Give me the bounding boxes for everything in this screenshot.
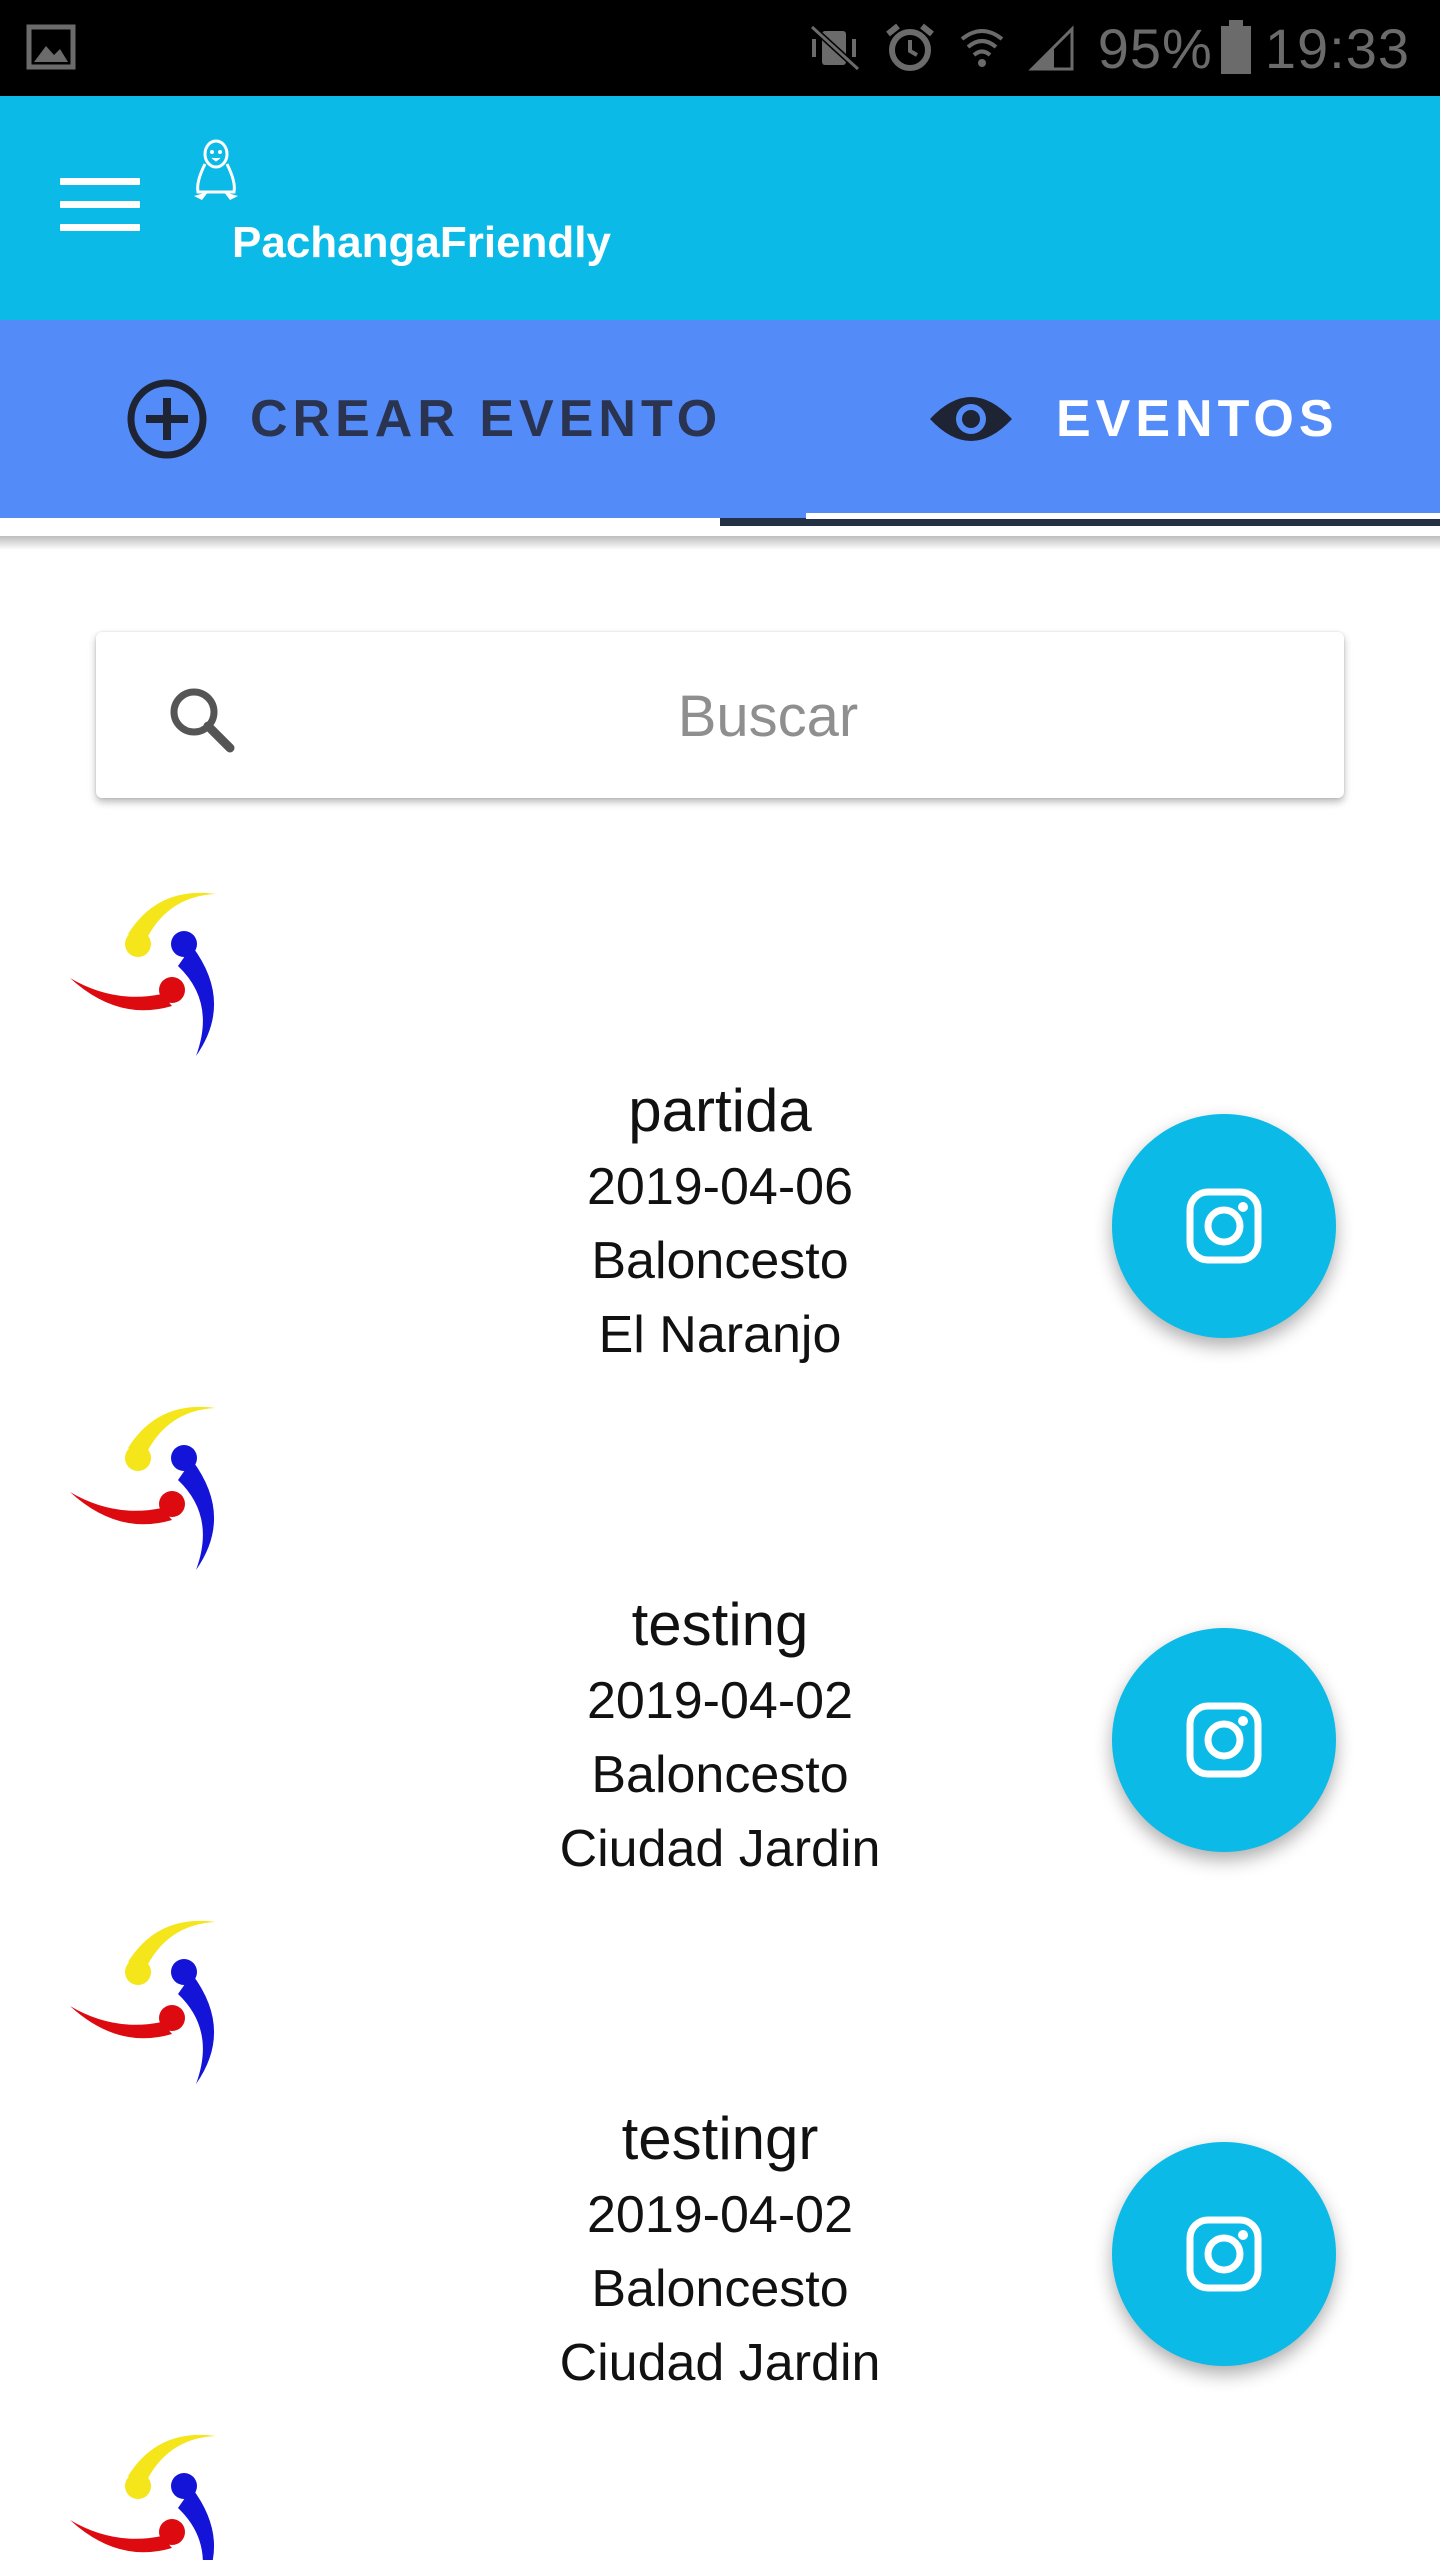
menu-button[interactable] [60, 178, 140, 234]
status-bar: 95% 19:33 [0, 0, 1440, 96]
event-place: El Naranjo [598, 1306, 842, 1364]
event-name: partida [628, 1077, 812, 1144]
event-card-partial [66, 2428, 240, 2560]
wifi-icon [960, 29, 1004, 67]
penguin-logo-icon [194, 139, 238, 200]
instagram-share-button[interactable] [1112, 2142, 1336, 2366]
event-name: testingr [621, 2105, 819, 2172]
search-input[interactable] [266, 672, 1270, 760]
tab-crear-evento[interactable]: CREAR EVENTO [126, 320, 722, 518]
event-sport: Baloncesto [591, 2260, 849, 2318]
alarm-icon [885, 23, 934, 71]
vibrate-mute-icon [809, 24, 860, 72]
search-bar [96, 632, 1344, 798]
gallery-notification-icon [26, 24, 76, 70]
app-logo-icon [70, 2434, 216, 2560]
instagram-share-button[interactable] [1112, 1628, 1336, 1852]
battery-percentage: 95% [1097, 16, 1213, 80]
search-icon[interactable] [166, 684, 236, 754]
menu-icon-bar [60, 201, 140, 208]
tab-label: EVENTOS [1056, 390, 1339, 448]
event-place: Ciudad Jardin [559, 2334, 881, 2392]
event-details: testingr 2019-04-02 Baloncesto Ciudad Ja… [340, 2100, 1100, 2400]
event-card: testing 2019-04-02 Baloncesto Ciudad Jar… [0, 1400, 1440, 1914]
menu-icon-bar [60, 224, 140, 231]
app-bar: PachangaFriendly [0, 96, 1440, 320]
tab-indicator [720, 518, 1440, 526]
add-circle-icon [127, 379, 207, 459]
clock: 19:33 [1264, 16, 1410, 80]
instagram-share-button[interactable] [1112, 1114, 1336, 1338]
tab-label: CREAR EVENTO [250, 390, 723, 448]
event-details: partida 2019-04-06 Baloncesto El Naranjo [340, 1072, 1100, 1372]
tab-shadow [0, 536, 1440, 550]
instagram-icon [1186, 1188, 1262, 1264]
app-logo-icon [70, 1920, 216, 2084]
battery-icon [1220, 20, 1251, 74]
event-name: testing [631, 1591, 809, 1658]
instagram-icon [1186, 2216, 1262, 2292]
event-date: 2019-04-02 [587, 2186, 853, 2244]
eye-icon [930, 397, 1012, 441]
app-logo-icon [70, 892, 216, 1056]
menu-icon-bar [60, 178, 140, 185]
app-logo-icon [70, 1406, 216, 1570]
event-card: testingr 2019-04-02 Baloncesto Ciudad Ja… [0, 1914, 1440, 2428]
app-title: PachangaFriendly [232, 218, 612, 267]
event-card: partida 2019-04-06 Baloncesto El Naranjo [0, 886, 1440, 1400]
event-date: 2019-04-06 [587, 1158, 853, 1216]
event-sport: Baloncesto [591, 1746, 849, 1804]
event-details: testing 2019-04-02 Baloncesto Ciudad Jar… [340, 1586, 1100, 1886]
instagram-icon [1186, 1702, 1262, 1778]
tab-indicator-highlight [806, 513, 1440, 519]
tab-bar: CREAR EVENTO EVENTOS [0, 320, 1440, 518]
signal-icon [1028, 25, 1074, 71]
tab-eventos[interactable]: EVENTOS [928, 320, 1339, 518]
event-place: Ciudad Jardin [559, 1820, 881, 1878]
event-date: 2019-04-02 [587, 1672, 853, 1730]
event-sport: Baloncesto [591, 1232, 849, 1290]
